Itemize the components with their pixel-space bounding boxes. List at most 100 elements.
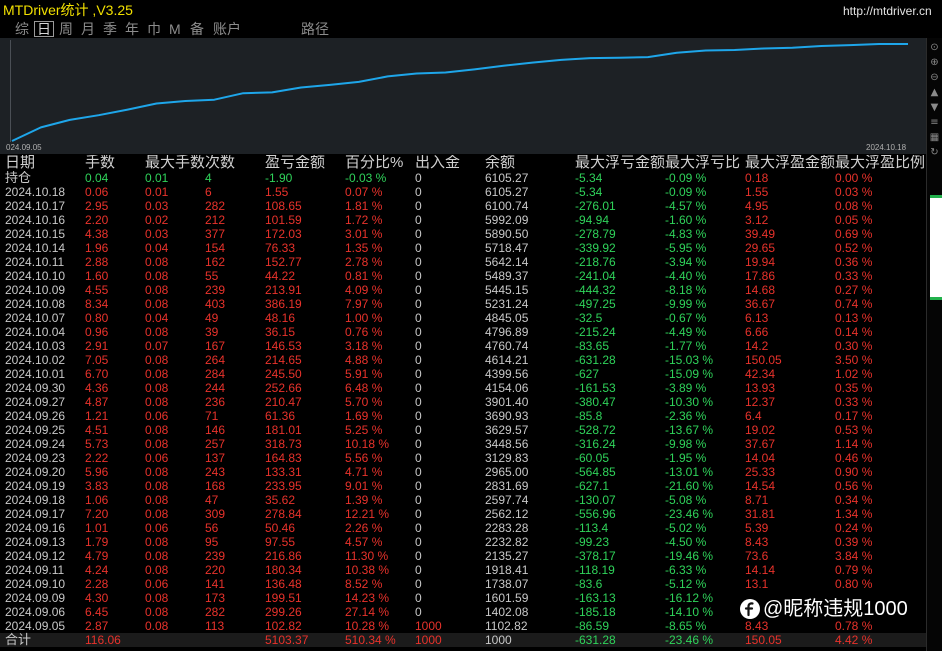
tab-yearly[interactable]: 年 xyxy=(123,21,141,37)
column-header-max-lots[interactable]: 最大手数 xyxy=(145,155,205,171)
cell-max-float-loss: -339.92 xyxy=(575,241,616,255)
column-header-percent[interactable]: 百分比% xyxy=(345,155,403,171)
cell-max-float-profit: 14.54 xyxy=(745,479,776,493)
column-header-max-float-profit-pct[interactable]: 最大浮盈比例 xyxy=(835,155,925,171)
tab-account[interactable]: 账户 xyxy=(211,21,243,37)
tab-comment[interactable]: 备 xyxy=(188,21,206,37)
cell-balance: 4614.21 xyxy=(485,353,529,367)
table-row[interactable]: 2024.09.24 5.73 0.08 257 318.73 10.18 % 0 3448.… xyxy=(0,437,926,451)
cell-percent: 510.34 % xyxy=(345,633,396,647)
cell-percent: -0.03 % xyxy=(345,171,387,185)
tab-daily[interactable]: 日 xyxy=(34,21,54,37)
pin-icon[interactable]: ⊙ xyxy=(928,41,941,54)
cell-max-float-loss: -185.18 xyxy=(575,605,616,619)
cell-lots: 116.06 xyxy=(85,633,121,647)
table-row[interactable]: 2024.09.18 1.06 0.08 47 35.62 1.39 % 0 2597.74 -… xyxy=(0,493,926,507)
cell-max-float-loss: -130.07 xyxy=(575,493,616,507)
table-row[interactable]: 2024.10.04 0.96 0.08 39 36.15 0.76 % 0 4796.89 -… xyxy=(0,325,926,339)
table-row[interactable]: 2024.10.02 7.05 0.08 264 214.65 4.88 % 0 4614.2… xyxy=(0,353,926,367)
table-row[interactable]: 2024.09.19 3.83 0.08 168 233.95 9.01 % 0 2831.6… xyxy=(0,479,926,493)
table-row[interactable]: 2024.10.14 1.96 0.04 154 76.33 1.35 % 0 5718.47… xyxy=(0,241,926,255)
table-row[interactable]: 2024.09.11 4.24 0.08 220 180.34 10.38 % 0 1918.… xyxy=(0,563,926,577)
column-header-max-float-profit[interactable]: 最大浮盈金额 xyxy=(745,155,835,171)
cell-deposit: 0 xyxy=(415,451,422,465)
cell-max-float-profit: 8.71 xyxy=(745,493,769,507)
tab-summary[interactable]: 综 xyxy=(13,21,31,37)
cell-max-float-loss-pct: -0.09 % xyxy=(665,185,707,199)
cell-max-lots: 0.06 xyxy=(145,409,169,423)
table-row[interactable]: 2024.09.13 1.79 0.08 95 97.55 4.57 % 0 2232.82 -… xyxy=(0,535,926,549)
table-row[interactable]: 2024.10.18 0.06 0.01 6 1.55 0.07 % 0 6105.27 -5.… xyxy=(0,185,926,199)
down-arrow-icon[interactable]: ▼ xyxy=(928,101,941,114)
equity-chart-canvas xyxy=(10,40,908,142)
table-row[interactable]: 2024.10.15 4.38 0.03 377 172.03 3.01 % 0 5890.5… xyxy=(0,227,926,241)
tab-path[interactable]: 路径 xyxy=(299,21,331,37)
grid-icon[interactable]: ▦ xyxy=(928,131,941,144)
cell-profit: 44.22 xyxy=(265,269,296,283)
table-row[interactable]: 2024.09.23 2.22 0.06 137 164.83 5.56 % 0 3129.8… xyxy=(0,451,926,465)
table-row[interactable]: 2024.10.17 2.95 0.03 282 108.65 1.81 % 0 6100.7… xyxy=(0,199,926,213)
table-row[interactable]: 2024.10.07 0.80 0.04 49 48.16 1.00 % 0 4845.05 -… xyxy=(0,311,926,325)
column-header-date[interactable]: 日期 xyxy=(5,155,35,171)
table-row[interactable]: 2024.09.17 7.20 0.08 309 278.84 12.21 % 0 2562.… xyxy=(0,507,926,521)
cell-max-float-profit-pct: 3.50 % xyxy=(835,353,873,367)
column-header-profit[interactable]: 盈亏金额 xyxy=(265,155,325,171)
cell-percent: 2.26 % xyxy=(345,521,383,535)
list-icon[interactable]: ≡ xyxy=(928,116,941,129)
column-header-lots[interactable]: 手数 xyxy=(85,155,115,171)
cell-balance: 4399.56 xyxy=(485,367,529,381)
column-header-max-float-loss[interactable]: 最大浮亏金额 xyxy=(575,155,665,171)
cell-percent: 0.07 % xyxy=(345,185,383,199)
table-row[interactable]: 2024.09.16 1.01 0.06 56 50.46 2.26 % 0 2283.28 -… xyxy=(0,521,926,535)
table-row[interactable]: 2024.10.08 8.34 0.08 403 386.19 7.97 % 0 5231.2… xyxy=(0,297,926,311)
tab-magic[interactable]: M xyxy=(167,21,183,37)
zoom-out-icon[interactable]: ⊖ xyxy=(928,71,941,84)
tab-quarterly[interactable]: 季 xyxy=(101,21,119,37)
table-row[interactable]: 2024.10.09 4.55 0.08 239 213.91 4.09 % 0 5445.1… xyxy=(0,283,926,297)
cell-max-lots: 0.08 xyxy=(145,283,169,297)
tab-symbol[interactable]: 巾 xyxy=(145,21,163,37)
cell-max-float-profit-pct: 1.14 % xyxy=(835,437,873,451)
cell-max-float-profit-pct: 0.13 % xyxy=(835,311,873,325)
tab-weekly[interactable]: 周 xyxy=(57,21,75,37)
cell-max-float-profit-pct: 0.17 % xyxy=(835,409,873,423)
column-header-balance[interactable]: 余额 xyxy=(485,155,515,171)
table-row[interactable]: 2024.09.12 4.79 0.08 239 216.86 11.30 % 0 2135.… xyxy=(0,549,926,563)
cell-count: 403 xyxy=(205,297,226,311)
table-row[interactable]: 2024.09.20 5.96 0.08 243 133.31 4.71 % 0 2965.0… xyxy=(0,465,926,479)
up-arrow-icon[interactable]: ▲ xyxy=(928,86,941,99)
cell-profit: 210.47 xyxy=(265,395,302,409)
refresh-icon[interactable]: ↻ xyxy=(928,146,941,159)
table-row[interactable]: 2024.09.10 2.28 0.06 141 136.48 8.52 % 0 1738.0… xyxy=(0,577,926,591)
column-header-count[interactable]: 次数 xyxy=(205,155,235,171)
table-row[interactable]: 2024.10.03 2.91 0.07 167 146.53 3.18 % 0 4760.7… xyxy=(0,339,926,353)
table-row[interactable]: 2024.10.16 2.20 0.02 212 101.59 1.72 % 0 5992.0… xyxy=(0,213,926,227)
website-link[interactable]: http://mtdriver.cn xyxy=(843,4,932,18)
scroll-panel[interactable] xyxy=(930,195,942,300)
cell-date: 2024.09.10 xyxy=(5,577,66,591)
cell-count: 236 xyxy=(205,395,226,409)
table-row[interactable]: 2024.09.30 4.36 0.08 244 252.66 6.48 % 0 4154.0… xyxy=(0,381,926,395)
cell-max-float-profit: 3.12 xyxy=(745,213,769,227)
cell-date: 2024.09.05 xyxy=(5,619,66,633)
zoom-in-icon[interactable]: ⊕ xyxy=(928,56,941,69)
cell-deposit: 0 xyxy=(415,171,422,185)
table-row[interactable]: 2024.09.26 1.21 0.06 71 61.36 1.69 % 0 3690.93 -… xyxy=(0,409,926,423)
cell-count: 49 xyxy=(205,311,219,325)
position-row[interactable]: 持仓 0.04 0.01 4 -1.90 -0.03 % 0 6105.27 -5.34 -0.0… xyxy=(0,171,926,185)
table-row[interactable]: 2024.09.27 4.87 0.08 236 210.47 5.70 % 0 3901.4… xyxy=(0,395,926,409)
total-row[interactable]: 合计 116.06 5103.37 510.34 % 1000 1000 -631.28 -2… xyxy=(0,633,926,647)
column-header-deposit[interactable]: 出入金 xyxy=(415,155,460,171)
column-header-max-float-loss-pct[interactable]: 最大浮亏比 xyxy=(665,155,740,171)
table-row[interactable]: 2024.09.25 4.51 0.08 146 181.01 5.25 % 0 3629.5… xyxy=(0,423,926,437)
table-row[interactable]: 2024.10.11 2.88 0.08 162 152.77 2.78 % 0 5642.1… xyxy=(0,255,926,269)
table-row[interactable]: 2024.10.01 6.70 0.08 284 245.50 5.91 % 0 4399.5… xyxy=(0,367,926,381)
cell-max-float-loss: -32.5 xyxy=(575,311,603,325)
tab-monthly[interactable]: 月 xyxy=(79,21,97,37)
cell-lots: 2.28 xyxy=(85,577,109,591)
cell-date: 2024.10.04 xyxy=(5,325,66,339)
cell-max-float-profit: 29.65 xyxy=(745,241,776,255)
watermark-text: @昵称违规1000 xyxy=(763,598,908,620)
table-row[interactable]: 2024.10.10 1.60 0.08 55 44.22 0.81 % 0 5489.37 -… xyxy=(0,269,926,283)
cell-deposit: 0 xyxy=(415,339,422,353)
